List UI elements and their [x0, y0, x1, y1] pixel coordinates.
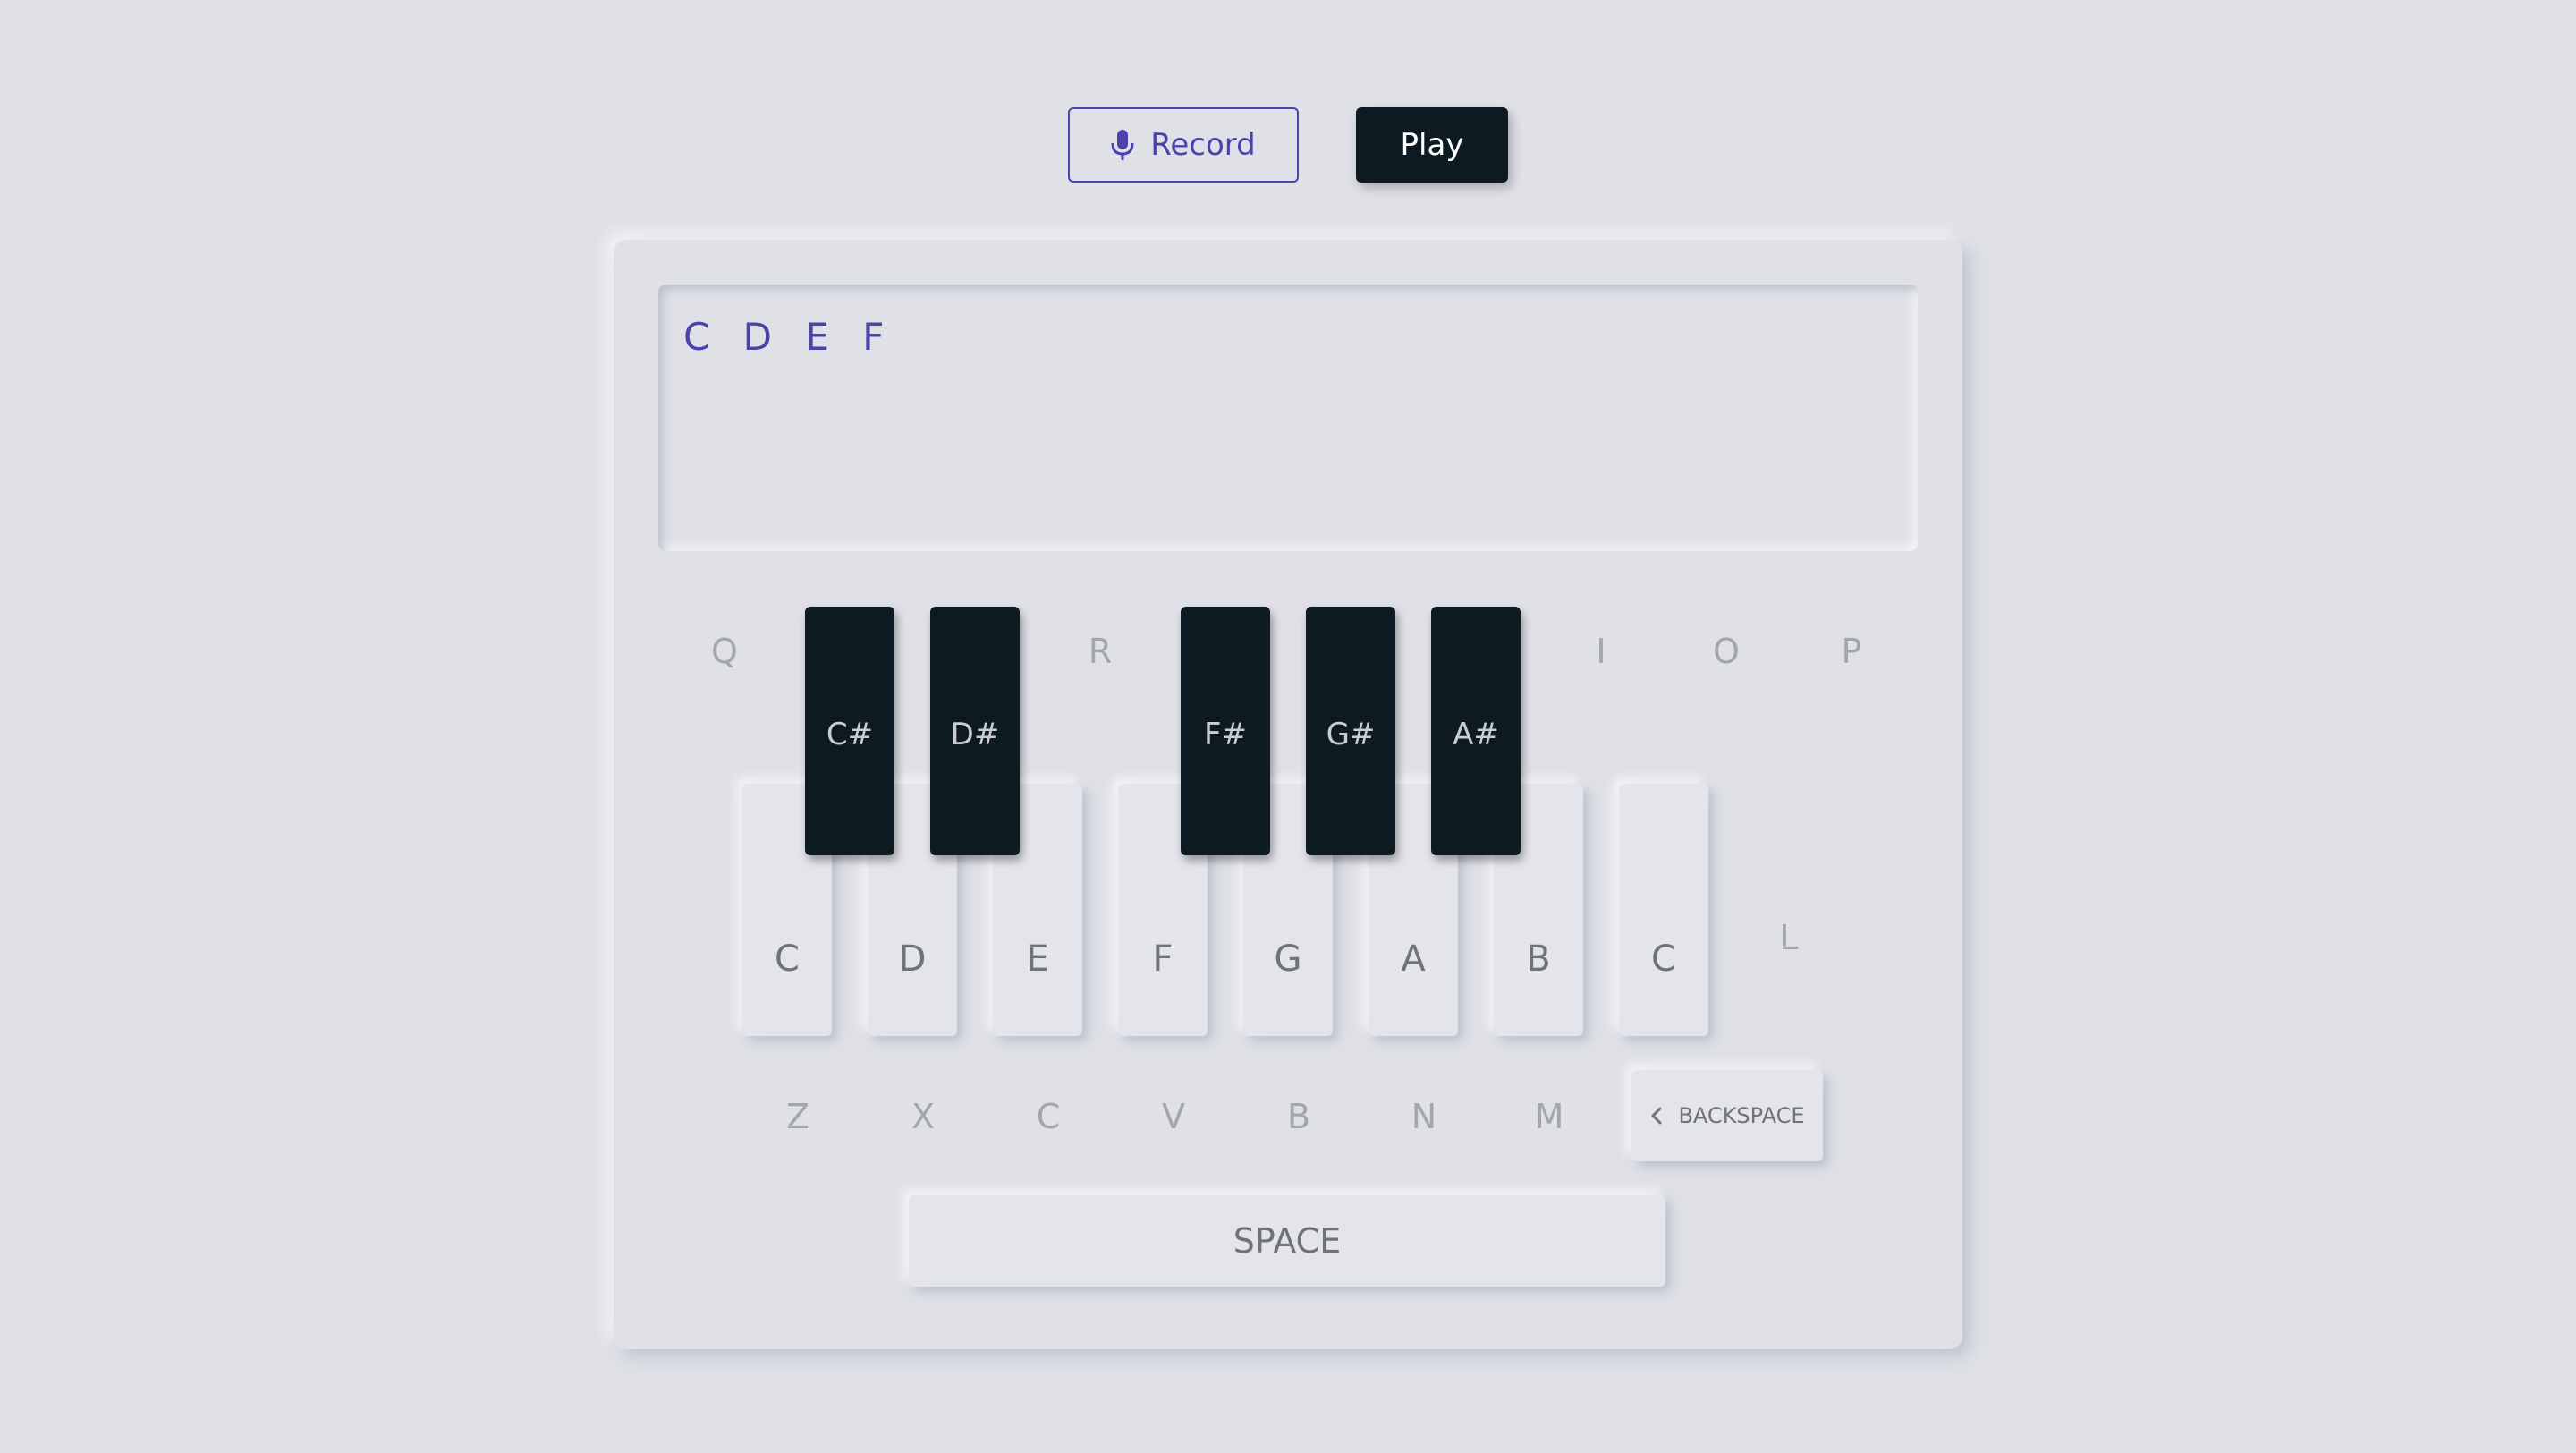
white-key-label: C [1651, 939, 1676, 980]
hint-i: I [1596, 632, 1606, 671]
hint-n: N [1411, 1097, 1437, 1136]
white-key-label: F [1152, 939, 1174, 980]
black-key-a-sharp[interactable]: A# [1431, 607, 1521, 855]
white-key-label: C [775, 939, 800, 980]
hint-p: P [1841, 632, 1862, 671]
hint-r: R [1088, 632, 1113, 671]
microphone-icon [1111, 130, 1134, 160]
recorded-notes: C D E F [683, 315, 895, 359]
black-key-label: G# [1326, 717, 1376, 752]
black-key-label: F# [1203, 717, 1248, 752]
hint-q: Q [711, 632, 738, 671]
white-key-label: B [1526, 939, 1551, 980]
hint-z: Z [785, 1097, 810, 1136]
black-key-f-sharp[interactable]: F# [1181, 607, 1270, 855]
black-key-label: C# [826, 717, 874, 752]
hint-v: V [1162, 1097, 1185, 1136]
white-key-label: A [1401, 939, 1426, 980]
black-key-g-sharp[interactable]: G# [1306, 607, 1395, 855]
white-key-label: G [1274, 939, 1302, 980]
hint-m: M [1534, 1097, 1564, 1136]
record-button[interactable]: Record [1068, 107, 1299, 183]
hint-b: B [1286, 1097, 1311, 1136]
black-key-d-sharp[interactable]: D# [930, 607, 1020, 855]
white-key-label: E [1026, 939, 1049, 980]
piano-app: Record Play C D E F Q R I O P C D E F G … [0, 0, 2576, 1453]
backspace-label: BACKSPACE [1678, 1103, 1805, 1128]
play-label: Play [1400, 127, 1464, 163]
space-button[interactable]: SPACE [909, 1195, 1665, 1287]
hint-c: C [1036, 1097, 1061, 1136]
black-key-label: D# [950, 717, 1000, 752]
white-key-c-high[interactable]: C [1619, 784, 1708, 1036]
black-key-label: A# [1453, 717, 1499, 752]
hint-x: X [911, 1097, 936, 1136]
record-label: Record [1150, 127, 1256, 163]
notes-display: C D E F [658, 285, 1918, 551]
play-button[interactable]: Play [1356, 107, 1508, 183]
black-key-c-sharp[interactable]: C# [805, 607, 894, 855]
hint-l: L [1779, 918, 1799, 957]
white-key-label: D [898, 939, 927, 980]
backspace-button[interactable]: BACKSPACE [1631, 1070, 1823, 1161]
chevron-left-icon [1651, 1107, 1662, 1125]
space-label: SPACE [1233, 1221, 1342, 1261]
hint-o: O [1713, 632, 1740, 671]
